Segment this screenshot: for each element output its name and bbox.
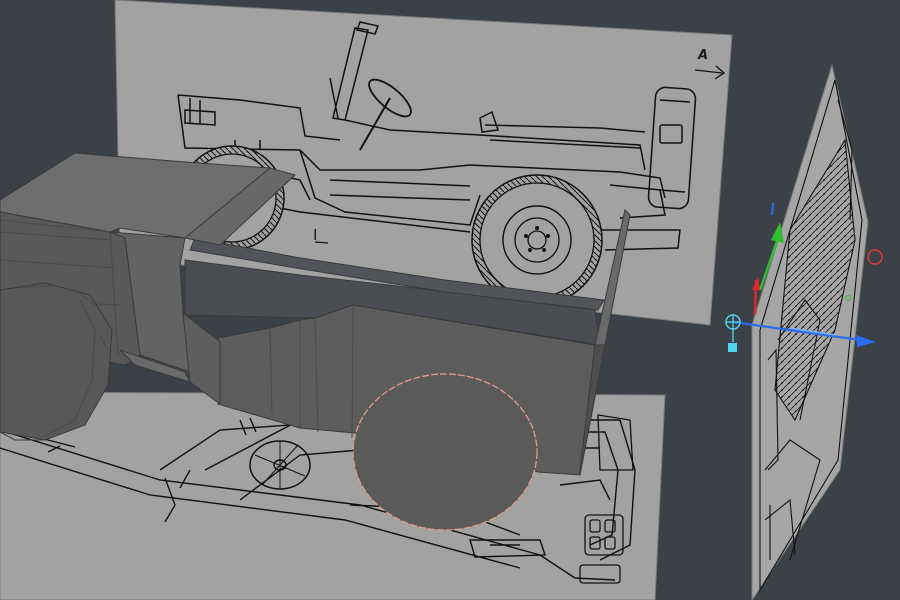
gizmo-z-tick — [771, 202, 774, 216]
gizmo-pivot-icon[interactable] — [725, 314, 741, 352]
3d-viewport[interactable]: A I — [0, 0, 900, 600]
mesh-rear-wheel-selected[interactable] — [352, 373, 538, 531]
gizmo-rotate-handle-icon[interactable] — [867, 249, 883, 265]
mesh-fender-front — [182, 311, 221, 405]
